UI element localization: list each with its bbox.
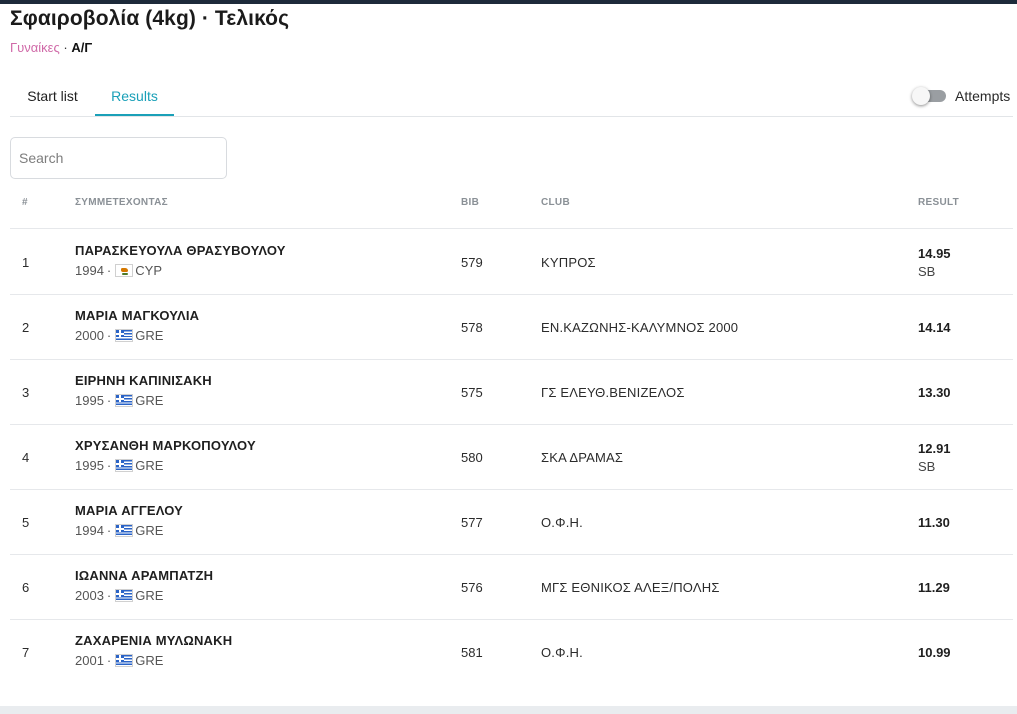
meta-separator: · (106, 328, 112, 343)
event-subtitle: Γυναίκες · Α/Γ (10, 40, 92, 55)
country-code: GRE (135, 588, 164, 603)
result-cell: 11.29 (918, 580, 950, 595)
header-bib[interactable]: BIB (461, 197, 479, 208)
athlete-name[interactable]: ΖΑΧΑΡΕΝΙΑ ΜΥΛΩΝΑΚΗ (75, 633, 232, 648)
tab-bar: Start list Results (10, 76, 1013, 117)
result-cell: 12.91 (918, 441, 951, 456)
athlete-meta: 1995 · GRE (75, 458, 163, 473)
bib-cell: 578 (461, 320, 483, 335)
search-input[interactable] (10, 137, 227, 179)
birth-year: 2000 (75, 328, 104, 343)
birth-year: 2003 (75, 588, 104, 603)
greece-flag-icon (115, 524, 134, 537)
country-code: CYP (135, 263, 162, 278)
club-cell: ΓΣ ΕΛΕΥΘ.ΒΕΝΙΖΕΛΟΣ (541, 385, 685, 400)
category-link[interactable]: Γυναίκες (10, 40, 60, 55)
result-cell: 14.14 (918, 320, 951, 335)
club-cell: ΕΝ.ΚΑΖΩΝΗΣ-ΚΑΛΥΜΝΟΣ 2000 (541, 320, 739, 335)
table-row[interactable]: 5 ΜΑΡΙΑ ΑΓΓΕΛΟΥ 1994 · GRE 577 Ο.Φ.Η. 11.30 (10, 489, 1013, 554)
athlete-name[interactable]: ΠΑΡΑΣΚΕΥΟΥΛΑ ΘΡΑΣΥΒΟΥΛΟΥ (75, 243, 286, 258)
header-club[interactable]: CLUB (541, 197, 570, 208)
header-athlete[interactable]: ΣΥΜΜΕΤΕΧΟΝΤΑΣ (75, 197, 168, 208)
country-code: GRE (135, 458, 164, 473)
rank-cell: 3 (22, 385, 30, 400)
rank-cell: 6 (22, 580, 30, 595)
club-cell: ΚΥΠΡΟΣ (541, 255, 596, 270)
header-result[interactable]: RESULT (918, 197, 959, 208)
tab-results[interactable]: Results (95, 76, 174, 116)
athlete-meta: 1995 · GRE (75, 393, 163, 408)
tab-start-list[interactable]: Start list (10, 76, 95, 116)
result-note: SB (918, 459, 936, 474)
table-row[interactable]: 3 ΕΙΡΗΝΗ ΚΑΠΙΝΙΣΑΚΗ 1995 · GRE 575 ΓΣ ΕΛΕΥΘ.ΒΕ… (10, 359, 1013, 424)
meta-separator: · (106, 263, 112, 278)
table-row[interactable]: 7 ΖΑΧΑΡΕΝΙΑ ΜΥΛΩΝΑΚΗ 2001 · GRE 581 Ο.Φ.Η. 10.9… (10, 619, 1013, 684)
subtitle-separator: · (63, 40, 68, 55)
meta-separator: · (106, 393, 112, 408)
athlete-name[interactable]: ΜΑΡΙΑ ΑΓΓΕΛΟΥ (75, 503, 183, 518)
country-code: GRE (135, 393, 164, 408)
attempts-toggle[interactable] (912, 87, 947, 105)
result-cell: 14.95 (918, 246, 951, 261)
result-cell: 13.30 (918, 385, 951, 400)
athlete-meta: 2001 · GRE (75, 653, 163, 668)
bib-cell: 575 (461, 385, 483, 400)
bib-cell: 577 (461, 515, 483, 530)
athlete-meta: 2003 · GRE (75, 588, 163, 603)
greece-flag-icon (115, 329, 134, 342)
club-cell: Ο.Φ.Η. (541, 645, 583, 660)
greece-flag-icon (115, 589, 134, 602)
birth-year: 1995 (75, 458, 104, 473)
bib-cell: 581 (461, 645, 483, 660)
top-bar (0, 0, 1017, 4)
athlete-name[interactable]: ΙΩΑΝΝΑ ΑΡΑΜΠΑΤΖΗ (75, 568, 213, 583)
country-code: GRE (135, 328, 164, 343)
rank-cell: 1 (22, 255, 30, 270)
club-cell: Ο.Φ.Η. (541, 515, 583, 530)
rank-cell: 7 (22, 645, 30, 660)
country-code: GRE (135, 653, 164, 668)
rank-cell: 2 (22, 320, 30, 335)
attempts-label: Attempts (955, 88, 1011, 104)
rank-cell: 5 (22, 515, 30, 530)
table-row[interactable]: 2 ΜΑΡΙΑ ΜΑΓΚΟΥΛΙΑ 2000 · GRE 578 ΕΝ.ΚΑΖΩΝΗΣ-ΚΑ… (10, 294, 1013, 359)
table-row[interactable]: 4 ΧΡΥΣΑΝΘΗ ΜΑΡΚΟΠΟΥΛΟΥ 1995 · GRE 580 ΣΚΑ ΔΡΑΜ… (10, 424, 1013, 489)
meta-separator: · (106, 588, 112, 603)
meta-separator: · (106, 653, 112, 668)
bib-cell: 576 (461, 580, 483, 595)
table-row[interactable]: 1 ΠΑΡΑΣΚΕΥΟΥΛΑ ΘΡΑΣΥΒΟΥΛΟΥ 1994 · CYP 579 ΚΥΠΡ… (10, 229, 1013, 294)
meta-separator: · (106, 458, 112, 473)
greece-flag-icon (115, 459, 134, 472)
page-title: Σφαιροβολία (4kg) · Τελικός (10, 7, 290, 30)
greece-flag-icon (115, 394, 134, 407)
birth-year: 1995 (75, 393, 104, 408)
greece-flag-icon (115, 654, 134, 667)
bottom-bar (0, 706, 1017, 714)
birth-year: 1994 (75, 263, 104, 278)
athlete-name[interactable]: ΜΑΡΙΑ ΜΑΓΚΟΥΛΙΑ (75, 308, 199, 323)
result-cell: 10.99 (918, 645, 951, 660)
athlete-meta: 1994 · CYP (75, 263, 162, 278)
meta-separator: · (106, 523, 112, 538)
toggle-knob (912, 87, 930, 105)
result-cell: 11.30 (918, 515, 950, 530)
club-cell: ΣΚΑ ΔΡΑΜΑΣ (541, 450, 624, 465)
age-group: Α/Γ (71, 40, 93, 55)
club-cell: ΜΓΣ ΕΘΝΙΚΟΣ ΑΛΕΞ/ΠΟΛΗΣ (541, 580, 720, 595)
athlete-meta: 1994 · GRE (75, 523, 163, 538)
birth-year: 2001 (75, 653, 104, 668)
bib-cell: 580 (461, 450, 483, 465)
athlete-name[interactable]: ΧΡΥΣΑΝΘΗ ΜΑΡΚΟΠΟΥΛΟΥ (75, 438, 256, 453)
athlete-name[interactable]: ΕΙΡΗΝΗ ΚΑΠΙΝΙΣΑΚΗ (75, 373, 212, 388)
result-note: SB (918, 264, 936, 279)
birth-year: 1994 (75, 523, 104, 538)
country-code: GRE (135, 523, 164, 538)
header-rank: # (22, 197, 28, 208)
athlete-meta: 2000 · GRE (75, 328, 163, 343)
table-row[interactable]: 6 ΙΩΑΝΝΑ ΑΡΑΜΠΑΤΖΗ 2003 · GRE 576 ΜΓΣ ΕΘΝΙΚΟΣ … (10, 554, 1013, 619)
rank-cell: 4 (22, 450, 30, 465)
bib-cell: 579 (461, 255, 483, 270)
cyprus-flag-icon (115, 264, 134, 277)
